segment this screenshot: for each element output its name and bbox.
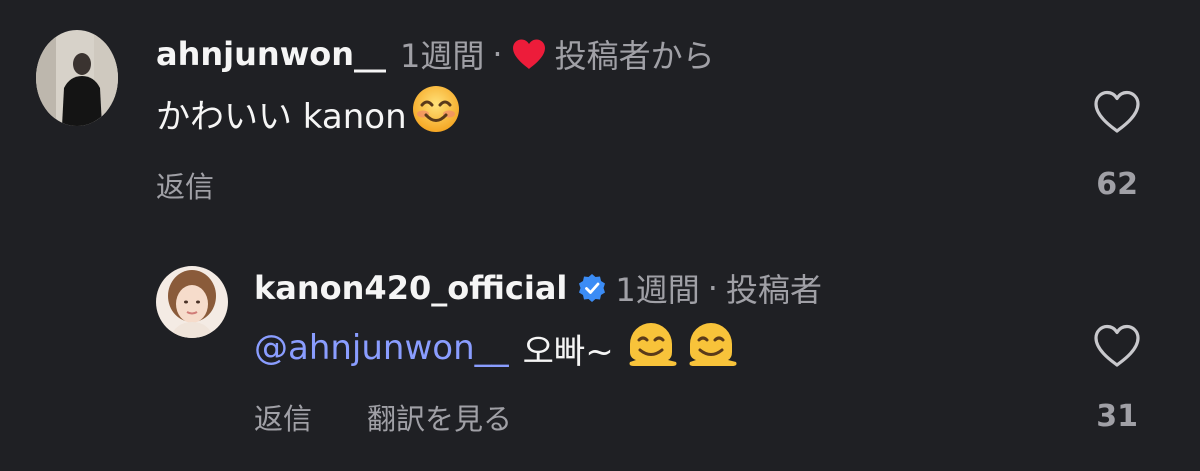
smiling-face-icon: [411, 84, 461, 143]
comment-text: 오빠~: [522, 331, 614, 372]
comment-meta: kanon420_official 1週間 · 投稿者: [254, 267, 822, 309]
timestamp: 1週間: [615, 271, 700, 309]
comment-text-row: かわいい kanon: [156, 85, 461, 138]
username[interactable]: kanon420_official: [254, 269, 567, 307]
verified-badge-icon: [577, 273, 607, 303]
liked-by-author-label: 投稿者から: [554, 37, 715, 75]
heart-filled-icon: [511, 38, 547, 70]
translate-button[interactable]: 翻訳を見る: [367, 396, 512, 438]
username[interactable]: ahnjunwon__: [156, 35, 386, 73]
reply-button[interactable]: 返信: [156, 164, 214, 206]
author-label: 投稿者: [725, 271, 822, 309]
comment-kanon420-official: kanon420_official 1週間 · 投稿者 @ahnjunwon__…: [0, 240, 1200, 471]
avatar-kanon420-official[interactable]: [156, 266, 228, 338]
avatar-photo: [36, 30, 118, 126]
comment-text: かわいい kanon: [156, 96, 407, 137]
reply-button[interactable]: 返信: [254, 396, 312, 438]
melting-face-icon: [684, 318, 738, 379]
comment-ahnjunwon: ahnjunwon__ 1週間 · 投稿者から かわいい kanon 返信 62: [0, 0, 1200, 230]
mention-link[interactable]: @ahnjunwon__: [254, 328, 509, 368]
heart-outline-icon[interactable]: [1093, 324, 1141, 372]
melting-face-icon: [624, 318, 678, 379]
comment-meta: ahnjunwon__ 1週間 · 投稿者から: [156, 33, 715, 75]
like-count: 31: [1096, 399, 1138, 434]
avatar-ahnjunwon[interactable]: [36, 30, 118, 126]
separator: ·: [492, 35, 503, 73]
heart-outline-icon[interactable]: [1093, 90, 1141, 138]
avatar-photo: [156, 266, 228, 338]
like-count: 62: [1096, 167, 1138, 202]
separator: ·: [707, 269, 718, 307]
timestamp: 1週間: [400, 37, 485, 75]
comment-text-row: @ahnjunwon__ 오빠~: [254, 320, 738, 376]
